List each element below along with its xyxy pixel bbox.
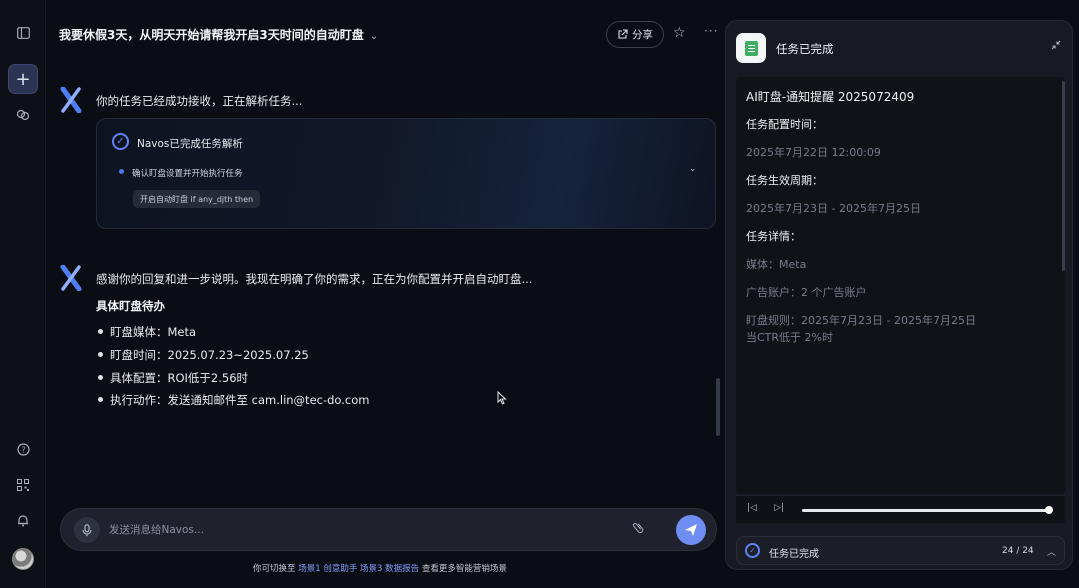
task-result-panel: 任务已完成 AI盯盘-通知提醒 2025072409 任务配置时间： 2025年…	[725, 20, 1073, 570]
scenario-link-creative[interactable]: 场景1 创意助手	[298, 564, 357, 574]
chat-scrollbar[interactable]	[716, 378, 720, 436]
todo-item: 执行动作：发送通知邮件至 cam.lin@tec-do.com	[96, 392, 369, 408]
todo-item: 具体配置：ROI低于2.56时	[96, 370, 248, 386]
playback-knob[interactable]	[1045, 506, 1053, 514]
skip-to-end-icon[interactable]: ▷|	[774, 503, 784, 513]
rule-value: 盯盘规则：2025年7月23日 - 2025年7月25日	[746, 314, 976, 327]
share-label: 分享	[632, 29, 653, 41]
brain-icon[interactable]	[9, 101, 37, 129]
conversation-title-text: 我要休假3天，从明天开始请帮我开启3天时间的自动盯盘	[59, 28, 364, 42]
chevron-down-icon: ⌄	[369, 31, 379, 42]
plus-icon: +	[15, 68, 31, 90]
navos-logo-icon	[60, 87, 82, 113]
star-icon[interactable]: ☆	[673, 25, 686, 41]
message-composer	[60, 508, 717, 551]
chevron-down-icon[interactable]: ⌄	[689, 164, 697, 174]
share-icon	[618, 29, 628, 39]
doc-title: AI盯盘-通知提醒 2025072409	[746, 90, 915, 104]
detail-label: 任务详情：	[746, 230, 801, 243]
hint-suffix: 查看更多智能营销场景	[419, 564, 507, 574]
status-count: 24 / 24	[1002, 546, 1034, 556]
playback-bar: |◁ ▷|	[736, 495, 1065, 523]
sidebar-toggle-icon[interactable]	[9, 19, 37, 47]
chevron-up-icon[interactable]: ︿	[1047, 545, 1056, 558]
config-time-value: 2025年7月22日 12:00:09	[746, 146, 881, 159]
period-value: 2025年7月23日 - 2025年7月25日	[746, 202, 921, 215]
mouse-cursor-icon	[497, 390, 507, 409]
todo-item: 盯盘时间：2025.07.23~2025.07.25	[96, 347, 309, 363]
scenario-link-report[interactable]: 场景3 数据报告	[360, 564, 419, 574]
microphone-icon[interactable]	[74, 517, 100, 543]
check-circle-icon: ✓	[112, 133, 129, 150]
collapse-icon[interactable]	[1051, 40, 1061, 53]
qrcode-icon[interactable]	[9, 471, 37, 499]
scenario-hint: 你可切换至 场景1 创意助手 场景3 数据报告 查看更多智能营销场景	[253, 562, 507, 574]
more-icon[interactable]: ···	[704, 24, 718, 38]
avatar[interactable]	[12, 548, 34, 570]
task-card-step: 确认盯盘设置并开始执行任务	[132, 169, 243, 179]
media-value: 媒体：Meta	[746, 258, 807, 271]
assistant-message-2: 感谢你的回复和进一步说明。我现在明确了你的需求，正在为你配置并开启自动盯盘...	[96, 272, 533, 286]
document-viewer: AI盯盘-通知提醒 2025072409 任务配置时间： 2025年7月22日 …	[736, 77, 1065, 494]
playback-track[interactable]	[802, 509, 1050, 512]
bell-icon[interactable]	[9, 506, 37, 534]
left-rail: + ?	[0, 0, 46, 588]
help-icon[interactable]: ?	[9, 435, 37, 463]
check-circle-icon: ✓	[745, 543, 760, 558]
share-button[interactable]: 分享	[606, 21, 664, 48]
task-parse-card: ✓ Navos已完成任务解析 确认盯盘设置并开始执行任务 ⌄ 开启自动盯盘 if…	[96, 118, 716, 229]
new-chat-button[interactable]: +	[8, 64, 38, 94]
rule-value-condition: 当CTR低于 2%时	[746, 331, 833, 344]
accounts-value: 广告账户：2 个广告账户	[746, 286, 867, 299]
step-dot	[119, 169, 124, 174]
send-icon	[685, 524, 697, 536]
panel-title: 任务已完成	[776, 42, 834, 56]
document-icon	[736, 33, 766, 63]
svg-text:?: ?	[21, 445, 25, 454]
task-status-bar[interactable]: ✓ 任务已完成 24 / 24 ︿	[736, 536, 1065, 565]
document-scrollbar[interactable]	[1062, 81, 1065, 271]
paperclip-icon[interactable]	[630, 518, 651, 540]
message-input[interactable]	[109, 520, 609, 540]
send-button[interactable]	[676, 515, 706, 545]
todo-item: 盯盘媒体：Meta	[96, 324, 196, 340]
skip-to-start-icon[interactable]: |◁	[747, 503, 757, 513]
conversation-title[interactable]: 我要休假3天，从明天开始请帮我开启3天时间的自动盯盘 ⌄	[59, 26, 378, 43]
hint-prefix: 你可切换至	[253, 564, 299, 574]
todo-title: 具体盯盘待办	[96, 299, 165, 313]
config-time-label: 任务配置时间：	[746, 118, 823, 131]
assistant-message-1: 你的任务已经成功接收，正在解析任务...	[96, 94, 303, 108]
task-card-chip[interactable]: 开启自动盯盘 if any_djth then	[133, 190, 261, 208]
task-card-title: Navos已完成任务解析	[137, 138, 243, 150]
period-label: 任务生效周期：	[746, 174, 823, 187]
conversation-header: 我要休假3天，从明天开始请帮我开启3天时间的自动盯盘 ⌄ 分享 ☆ ···	[46, 18, 720, 52]
navos-logo-icon	[60, 265, 82, 291]
status-text: 任务已完成	[769, 549, 819, 560]
